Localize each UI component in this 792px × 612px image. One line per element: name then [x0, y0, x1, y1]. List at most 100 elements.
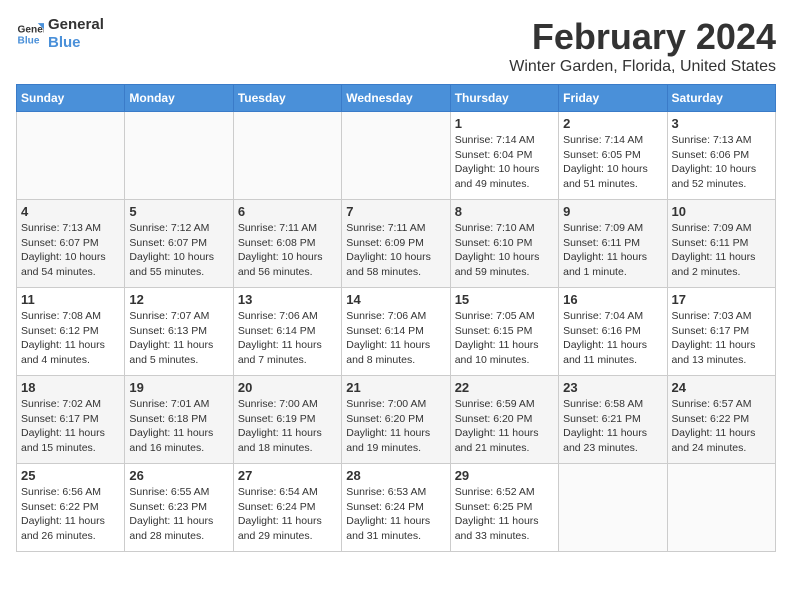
calendar-cell: [17, 112, 125, 200]
calendar-cell: 2 Sunrise: 7:14 AM Sunset: 6:05 PM Daylig…: [559, 112, 667, 200]
weekday-header-friday: Friday: [559, 85, 667, 112]
calendar-cell: 4 Sunrise: 7:13 AM Sunset: 6:07 PM Daylig…: [17, 200, 125, 288]
day-number: 20: [238, 380, 337, 395]
day-info: Sunrise: 7:12 AM Sunset: 6:07 PM Dayligh…: [129, 221, 228, 280]
day-info: Sunrise: 7:14 AM Sunset: 6:05 PM Dayligh…: [563, 133, 662, 192]
calendar-cell: [342, 112, 450, 200]
day-info: Sunrise: 7:05 AM Sunset: 6:15 PM Dayligh…: [455, 309, 554, 368]
day-info: Sunrise: 6:52 AM Sunset: 6:25 PM Dayligh…: [455, 485, 554, 544]
calendar-cell: 20 Sunrise: 7:00 AM Sunset: 6:19 PM Dayli…: [233, 376, 341, 464]
weekday-header-saturday: Saturday: [667, 85, 775, 112]
day-info: Sunrise: 7:13 AM Sunset: 6:07 PM Dayligh…: [21, 221, 120, 280]
calendar-cell: 24Sunrise: 6:57 AM Sunset: 6:22 PM Dayli…: [667, 376, 775, 464]
logo-blue: Blue: [48, 34, 104, 52]
day-info: Sunrise: 7:09 AM Sunset: 6:11 PM Dayligh…: [672, 221, 771, 280]
logo-icon: General Blue: [16, 20, 44, 48]
calendar-cell: 9 Sunrise: 7:09 AM Sunset: 6:11 PM Daylig…: [559, 200, 667, 288]
day-number: 2: [563, 116, 662, 131]
day-number: 21: [346, 380, 445, 395]
day-number: 3: [672, 116, 771, 131]
calendar-cell: 18Sunrise: 7:02 AM Sunset: 6:17 PM Dayli…: [17, 376, 125, 464]
calendar-cell: 19 Sunrise: 7:01 AM Sunset: 6:18 PM Dayli…: [125, 376, 233, 464]
day-info: Sunrise: 7:04 AM Sunset: 6:16 PM Dayligh…: [563, 309, 662, 368]
week-row-4: 18Sunrise: 7:02 AM Sunset: 6:17 PM Dayli…: [17, 376, 776, 464]
calendar-cell: 7Sunrise: 7:11 AM Sunset: 6:09 PM Daylig…: [342, 200, 450, 288]
day-number: 25: [21, 468, 120, 483]
week-row-2: 4 Sunrise: 7:13 AM Sunset: 6:07 PM Daylig…: [17, 200, 776, 288]
day-number: 23: [563, 380, 662, 395]
week-row-3: 11 Sunrise: 7:08 AM Sunset: 6:12 PM Dayli…: [17, 288, 776, 376]
calendar-cell: [667, 464, 775, 552]
calendar-table: SundayMondayTuesdayWednesdayThursdayFrid…: [16, 84, 776, 552]
day-number: 28: [346, 468, 445, 483]
calendar-cell: [125, 112, 233, 200]
calendar-cell: 1Sunrise: 7:14 AM Sunset: 6:04 PM Daylig…: [450, 112, 558, 200]
day-info: Sunrise: 7:01 AM Sunset: 6:18 PM Dayligh…: [129, 397, 228, 456]
calendar-cell: 15 Sunrise: 7:05 AM Sunset: 6:15 PM Dayli…: [450, 288, 558, 376]
weekday-header-monday: Monday: [125, 85, 233, 112]
day-info: Sunrise: 7:09 AM Sunset: 6:11 PM Dayligh…: [563, 221, 662, 280]
day-info: Sunrise: 7:11 AM Sunset: 6:09 PM Dayligh…: [346, 221, 445, 280]
day-number: 17: [672, 292, 771, 307]
weekday-header-tuesday: Tuesday: [233, 85, 341, 112]
calendar-cell: 17 Sunrise: 7:03 AM Sunset: 6:17 PM Dayli…: [667, 288, 775, 376]
svg-text:General: General: [18, 24, 44, 35]
calendar-cell: 25 Sunrise: 6:56 AM Sunset: 6:22 PM Dayli…: [17, 464, 125, 552]
calendar-cell: 10 Sunrise: 7:09 AM Sunset: 6:11 PM Dayli…: [667, 200, 775, 288]
week-row-5: 25 Sunrise: 6:56 AM Sunset: 6:22 PM Dayli…: [17, 464, 776, 552]
day-number: 6: [238, 204, 337, 219]
day-info: Sunrise: 6:55 AM Sunset: 6:23 PM Dayligh…: [129, 485, 228, 544]
calendar-cell: 21 Sunrise: 7:00 AM Sunset: 6:20 PM Dayli…: [342, 376, 450, 464]
day-number: 19: [129, 380, 228, 395]
svg-text:Blue: Blue: [18, 35, 40, 46]
calendar-cell: 14 Sunrise: 7:06 AM Sunset: 6:14 PM Dayli…: [342, 288, 450, 376]
day-info: Sunrise: 6:59 AM Sunset: 6:20 PM Dayligh…: [455, 397, 554, 456]
day-number: 13: [238, 292, 337, 307]
logo-general: General: [48, 16, 104, 34]
weekday-header-wednesday: Wednesday: [342, 85, 450, 112]
day-info: Sunrise: 7:10 AM Sunset: 6:10 PM Dayligh…: [455, 221, 554, 280]
calendar-cell: 29 Sunrise: 6:52 AM Sunset: 6:25 PM Dayli…: [450, 464, 558, 552]
day-info: Sunrise: 6:56 AM Sunset: 6:22 PM Dayligh…: [21, 485, 120, 544]
day-info: Sunrise: 7:11 AM Sunset: 6:08 PM Dayligh…: [238, 221, 337, 280]
day-number: 15: [455, 292, 554, 307]
weekday-header-row: SundayMondayTuesdayWednesdayThursdayFrid…: [17, 85, 776, 112]
sub-title: Winter Garden, Florida, United States: [509, 58, 776, 76]
logo: General Blue General Blue: [16, 16, 104, 52]
calendar-cell: 27 Sunrise: 6:54 AM Sunset: 6:24 PM Dayli…: [233, 464, 341, 552]
calendar-cell: [233, 112, 341, 200]
day-number: 27: [238, 468, 337, 483]
day-number: 22: [455, 380, 554, 395]
title-area: February 2024 Winter Garden, Florida, Un…: [509, 16, 776, 76]
day-number: 29: [455, 468, 554, 483]
day-number: 8: [455, 204, 554, 219]
day-info: Sunrise: 6:54 AM Sunset: 6:24 PM Dayligh…: [238, 485, 337, 544]
day-info: Sunrise: 7:06 AM Sunset: 6:14 PM Dayligh…: [238, 309, 337, 368]
calendar-cell: 13 Sunrise: 7:06 AM Sunset: 6:14 PM Dayli…: [233, 288, 341, 376]
day-info: Sunrise: 6:53 AM Sunset: 6:24 PM Dayligh…: [346, 485, 445, 544]
day-number: 24: [672, 380, 771, 395]
day-info: Sunrise: 7:08 AM Sunset: 6:12 PM Dayligh…: [21, 309, 120, 368]
day-info: Sunrise: 6:58 AM Sunset: 6:21 PM Dayligh…: [563, 397, 662, 456]
calendar-cell: 28 Sunrise: 6:53 AM Sunset: 6:24 PM Dayli…: [342, 464, 450, 552]
calendar-cell: 5 Sunrise: 7:12 AM Sunset: 6:07 PM Daylig…: [125, 200, 233, 288]
day-number: 11: [21, 292, 120, 307]
week-row-1: 1Sunrise: 7:14 AM Sunset: 6:04 PM Daylig…: [17, 112, 776, 200]
day-number: 14: [346, 292, 445, 307]
day-info: Sunrise: 7:00 AM Sunset: 6:20 PM Dayligh…: [346, 397, 445, 456]
day-info: Sunrise: 7:06 AM Sunset: 6:14 PM Dayligh…: [346, 309, 445, 368]
day-info: Sunrise: 7:07 AM Sunset: 6:13 PM Dayligh…: [129, 309, 228, 368]
day-number: 5: [129, 204, 228, 219]
calendar-cell: 23 Sunrise: 6:58 AM Sunset: 6:21 PM Dayli…: [559, 376, 667, 464]
calendar-cell: 16 Sunrise: 7:04 AM Sunset: 6:16 PM Dayli…: [559, 288, 667, 376]
day-number: 9: [563, 204, 662, 219]
day-info: Sunrise: 7:03 AM Sunset: 6:17 PM Dayligh…: [672, 309, 771, 368]
day-number: 26: [129, 468, 228, 483]
day-number: 4: [21, 204, 120, 219]
day-info: Sunrise: 7:14 AM Sunset: 6:04 PM Dayligh…: [455, 133, 554, 192]
day-info: Sunrise: 7:00 AM Sunset: 6:19 PM Dayligh…: [238, 397, 337, 456]
day-number: 10: [672, 204, 771, 219]
main-title: February 2024: [509, 16, 776, 58]
day-number: 16: [563, 292, 662, 307]
calendar-cell: [559, 464, 667, 552]
